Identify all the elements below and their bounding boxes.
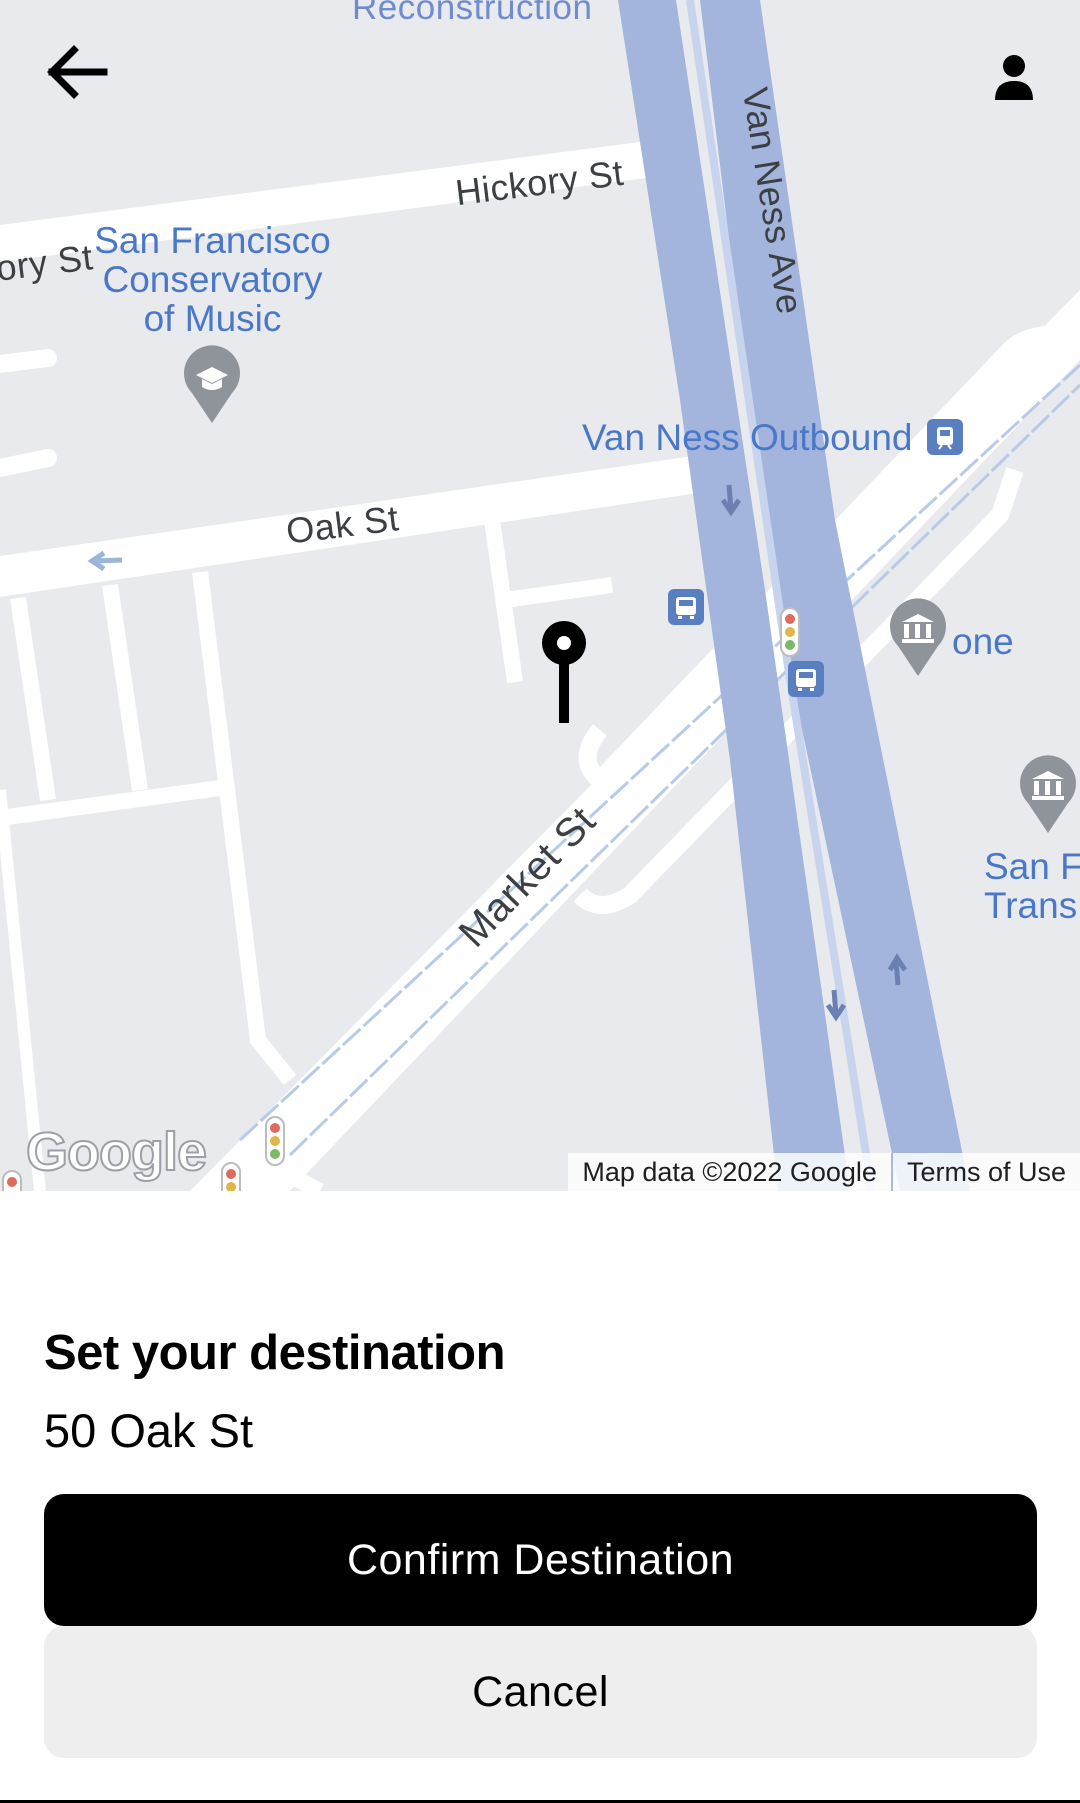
destination-address: 50 Oak St: [44, 1404, 253, 1457]
label-sf-trans[interactable]: San F Trans: [984, 847, 1080, 925]
road-stub: [0, 449, 57, 477]
label-van-ness-outbound[interactable]: Van Ness Outbound: [582, 418, 912, 457]
sheet-title: Set your destination: [44, 1326, 506, 1380]
back-button[interactable]: [36, 32, 116, 112]
traffic-light-icon: [265, 1116, 285, 1166]
museum-icon[interactable]: [1018, 755, 1078, 835]
graduation-cap-icon[interactable]: [182, 345, 242, 425]
label-reconstruction: Reconstruction: [352, 0, 593, 27]
map-attribution: Map data ©2022 Google Terms of Use: [568, 1153, 1080, 1191]
destination-pin-icon[interactable]: [540, 621, 588, 725]
map-data-text: Map data ©2022 Google: [582, 1156, 877, 1187]
map-view[interactable]: Reconstruction Hickory St ory St Oak St …: [0, 0, 1080, 1191]
terms-of-use-link[interactable]: Terms of Use: [893, 1157, 1080, 1188]
road-stub: [0, 349, 57, 373]
confirm-destination-button[interactable]: Confirm Destination: [44, 1494, 1037, 1626]
traffic-light-icon: [780, 607, 800, 657]
person-icon: [995, 55, 1033, 100]
profile-button[interactable]: [974, 38, 1054, 118]
arrow-left-icon: [47, 45, 108, 99]
bus-icon[interactable]: [668, 589, 704, 625]
traffic-light-icon: [221, 1162, 241, 1191]
destination-sheet: Set your destination 50 Oak St Confirm D…: [0, 1191, 1080, 1803]
bus-icon[interactable]: [788, 661, 824, 697]
traffic-light-icon: [2, 1170, 22, 1191]
google-logo: Google: [25, 1121, 208, 1183]
cancel-button[interactable]: Cancel: [44, 1626, 1037, 1758]
tram-icon[interactable]: [927, 419, 963, 455]
label-one[interactable]: one: [952, 622, 1014, 661]
museum-icon[interactable]: [888, 598, 948, 678]
label-conservatory[interactable]: San Francisco Conservatory of Music: [90, 221, 335, 338]
